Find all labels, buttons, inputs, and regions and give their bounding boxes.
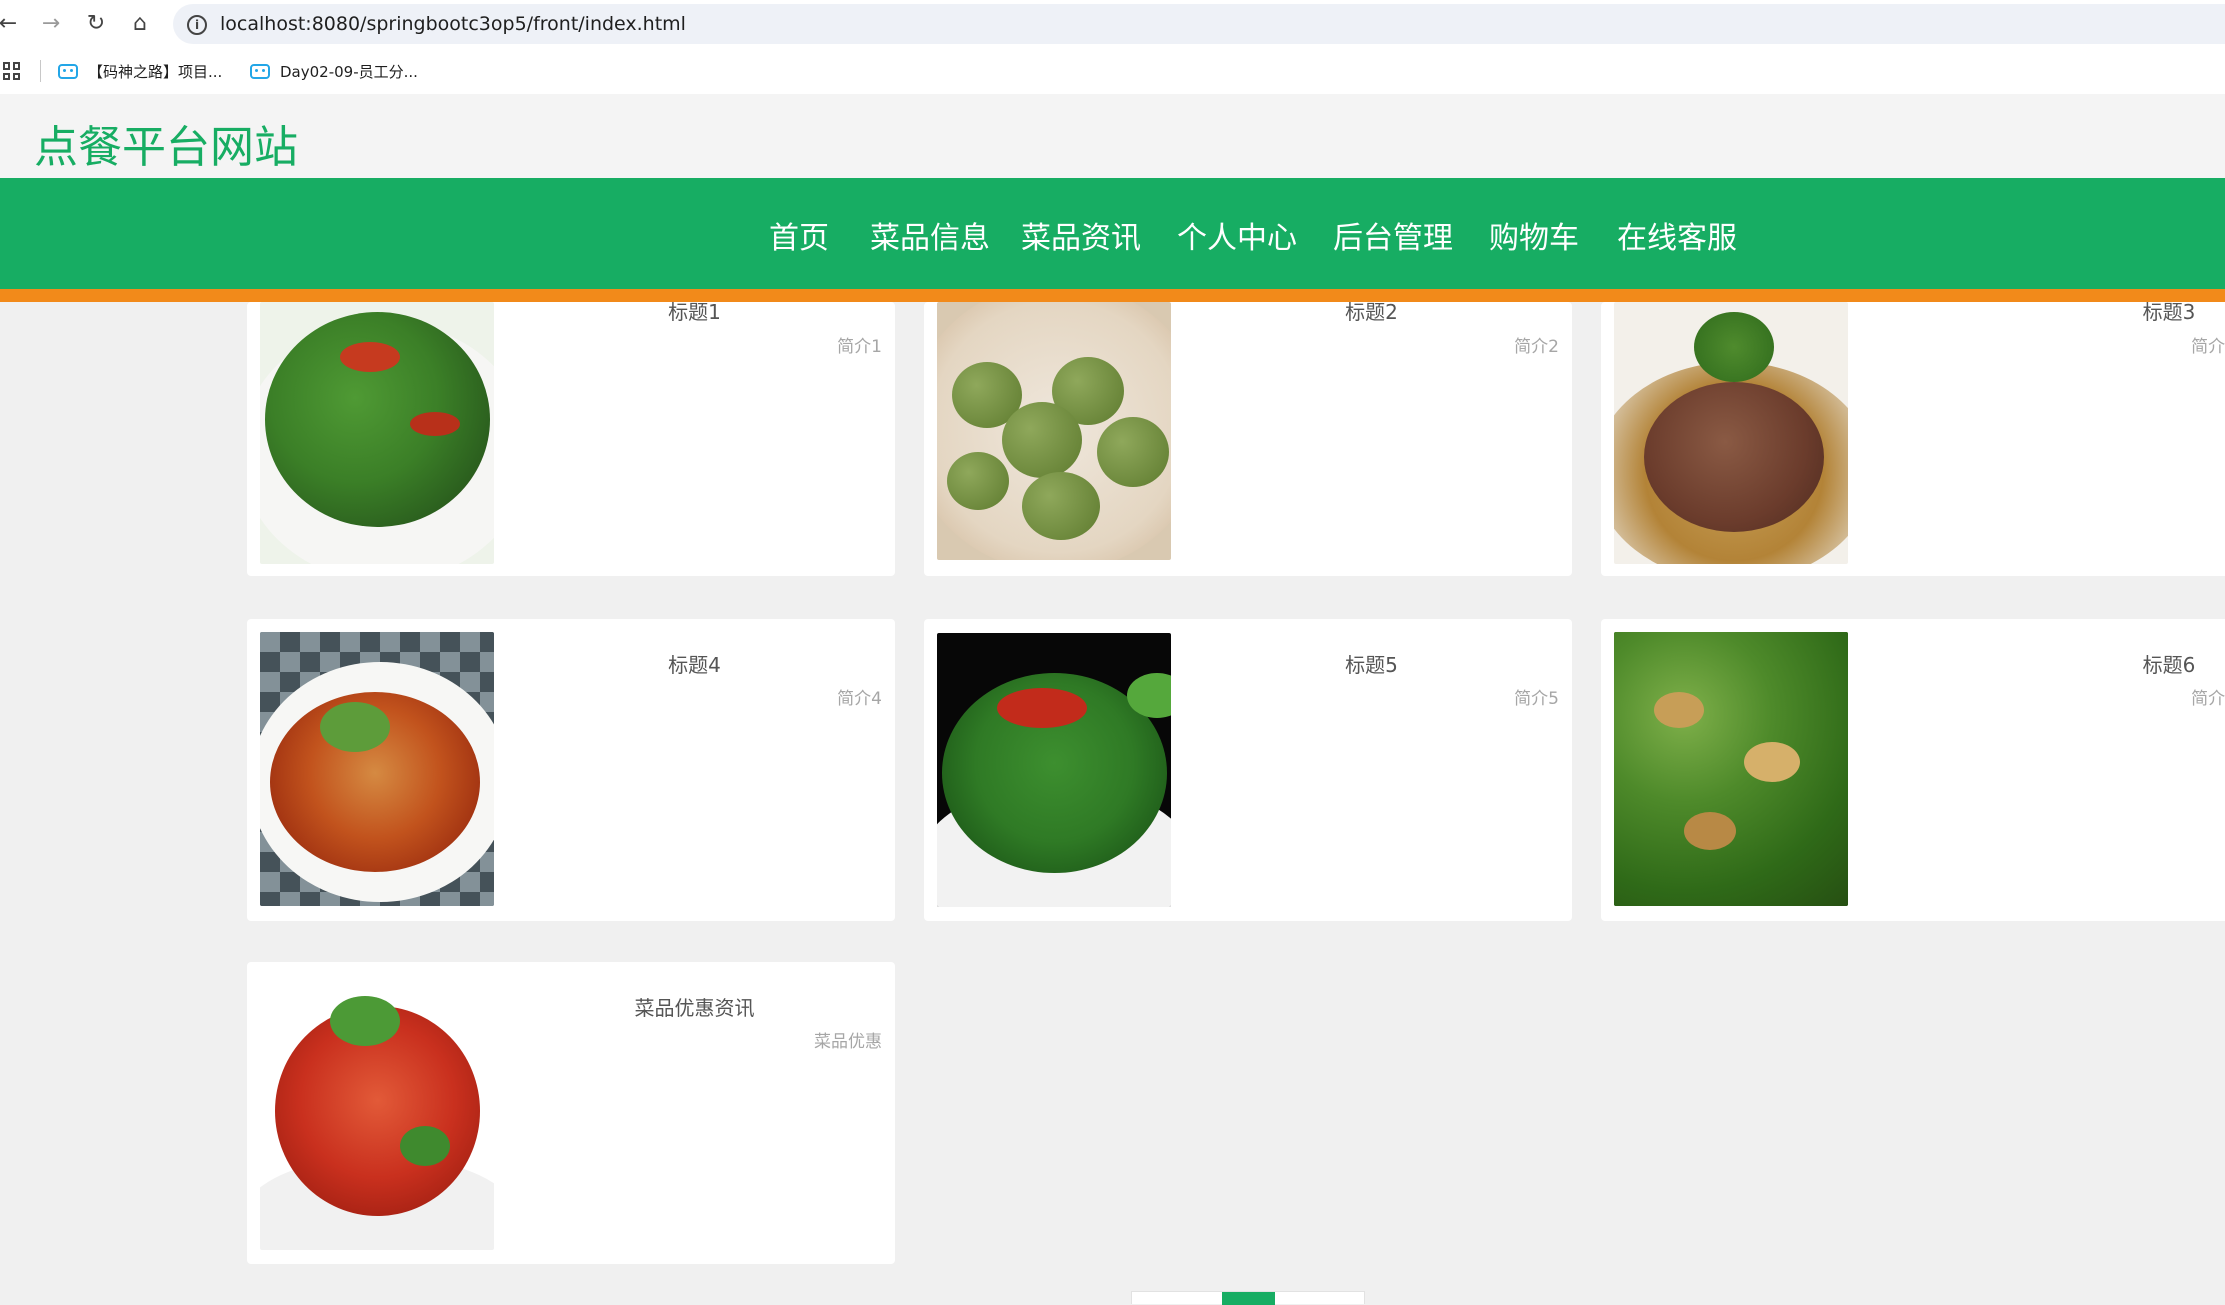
navbar-accent-line: [0, 289, 2225, 302]
news-card-intro: 简介1: [837, 337, 882, 357]
news-card-title[interactable]: 标题4: [494, 649, 895, 678]
site-info-icon[interactable]: i: [187, 15, 207, 35]
pagination: [1131, 1291, 1365, 1305]
bookmarks-divider: [40, 60, 41, 82]
news-card-image[interactable]: [937, 633, 1171, 907]
news-card-intro: 菜品优惠: [814, 1032, 882, 1052]
news-card-title[interactable]: 菜品优惠资讯: [494, 992, 895, 1021]
news-card-title[interactable]: 标题2: [1171, 302, 1572, 325]
nav-cart[interactable]: 购物车: [1489, 213, 1579, 257]
apps-grid-icon[interactable]: [3, 62, 21, 80]
site-title[interactable]: 点餐平台网站: [34, 111, 298, 175]
news-card-6[interactable]: 标题6 简介6: [1601, 619, 2225, 921]
news-card-image[interactable]: [260, 302, 494, 564]
back-arrow-icon[interactable]: ←: [0, 10, 22, 38]
news-card-1[interactable]: 标题1 简介1: [247, 302, 895, 576]
reload-icon[interactable]: ↻: [82, 10, 110, 38]
nav-user-center[interactable]: 个人中心: [1177, 213, 1297, 257]
site-header: 点餐平台网站: [0, 94, 2225, 178]
news-card-4[interactable]: 标题4 简介4: [247, 619, 895, 921]
home-icon[interactable]: ⌂: [126, 10, 154, 38]
nav-admin[interactable]: 后台管理: [1333, 213, 1453, 257]
news-card-image[interactable]: [260, 976, 494, 1250]
news-card-2[interactable]: 标题2 简介2: [924, 302, 1572, 576]
news-card-intro: 简介6: [2191, 689, 2225, 709]
pagination-current-page[interactable]: [1222, 1292, 1275, 1305]
nav-dish-news[interactable]: 菜品资讯: [1021, 213, 1141, 257]
news-card-intro: 简介3: [2191, 337, 2225, 357]
news-card-image[interactable]: [260, 632, 494, 906]
nav-dish-info[interactable]: 菜品信息: [870, 213, 990, 257]
news-card-intro: 简介4: [837, 689, 882, 709]
news-card-5[interactable]: 标题5 简介5: [924, 619, 1572, 921]
address-bar[interactable]: i localhost:8080/springbootc3op5/front/i…: [173, 4, 2225, 44]
url-text[interactable]: localhost:8080/springbootc3op5/front/ind…: [220, 13, 686, 35]
news-card-3[interactable]: 标题3 简介3: [1601, 302, 2225, 576]
bookmark-2[interactable]: Day02-09-员工分...: [250, 58, 418, 86]
news-card-image[interactable]: [1614, 302, 1848, 564]
browser-toolbar: ← → ↻ ⌂ i localhost:8080/springbootc3op5…: [0, 0, 2225, 48]
news-card-title[interactable]: 标题6: [1848, 649, 2225, 678]
nav-home[interactable]: 首页: [769, 213, 829, 257]
main-navbar: 首页 菜品信息 菜品资讯 个人中心 后台管理 购物车 在线客服: [0, 178, 2225, 289]
bookmark-label: 【码神之路】项目...: [88, 63, 223, 81]
bilibili-icon: [58, 64, 78, 79]
bookmark-1[interactable]: 【码神之路】项目...: [58, 58, 222, 86]
news-card-image[interactable]: [1614, 632, 1848, 906]
bilibili-icon: [250, 64, 270, 79]
news-card-image[interactable]: [937, 302, 1171, 560]
news-card-title[interactable]: 标题5: [1171, 649, 1572, 678]
forward-arrow-icon[interactable]: →: [37, 10, 65, 38]
bookmark-label: Day02-09-员工分...: [280, 63, 418, 81]
news-card-7[interactable]: 菜品优惠资讯 菜品优惠: [247, 962, 895, 1264]
news-card-title[interactable]: 标题3: [1848, 302, 2225, 325]
news-card-intro: 简介2: [1514, 337, 1559, 357]
news-card-intro: 简介5: [1514, 689, 1559, 709]
news-card-title[interactable]: 标题1: [494, 302, 895, 325]
nav-online-service[interactable]: 在线客服: [1617, 213, 1737, 257]
